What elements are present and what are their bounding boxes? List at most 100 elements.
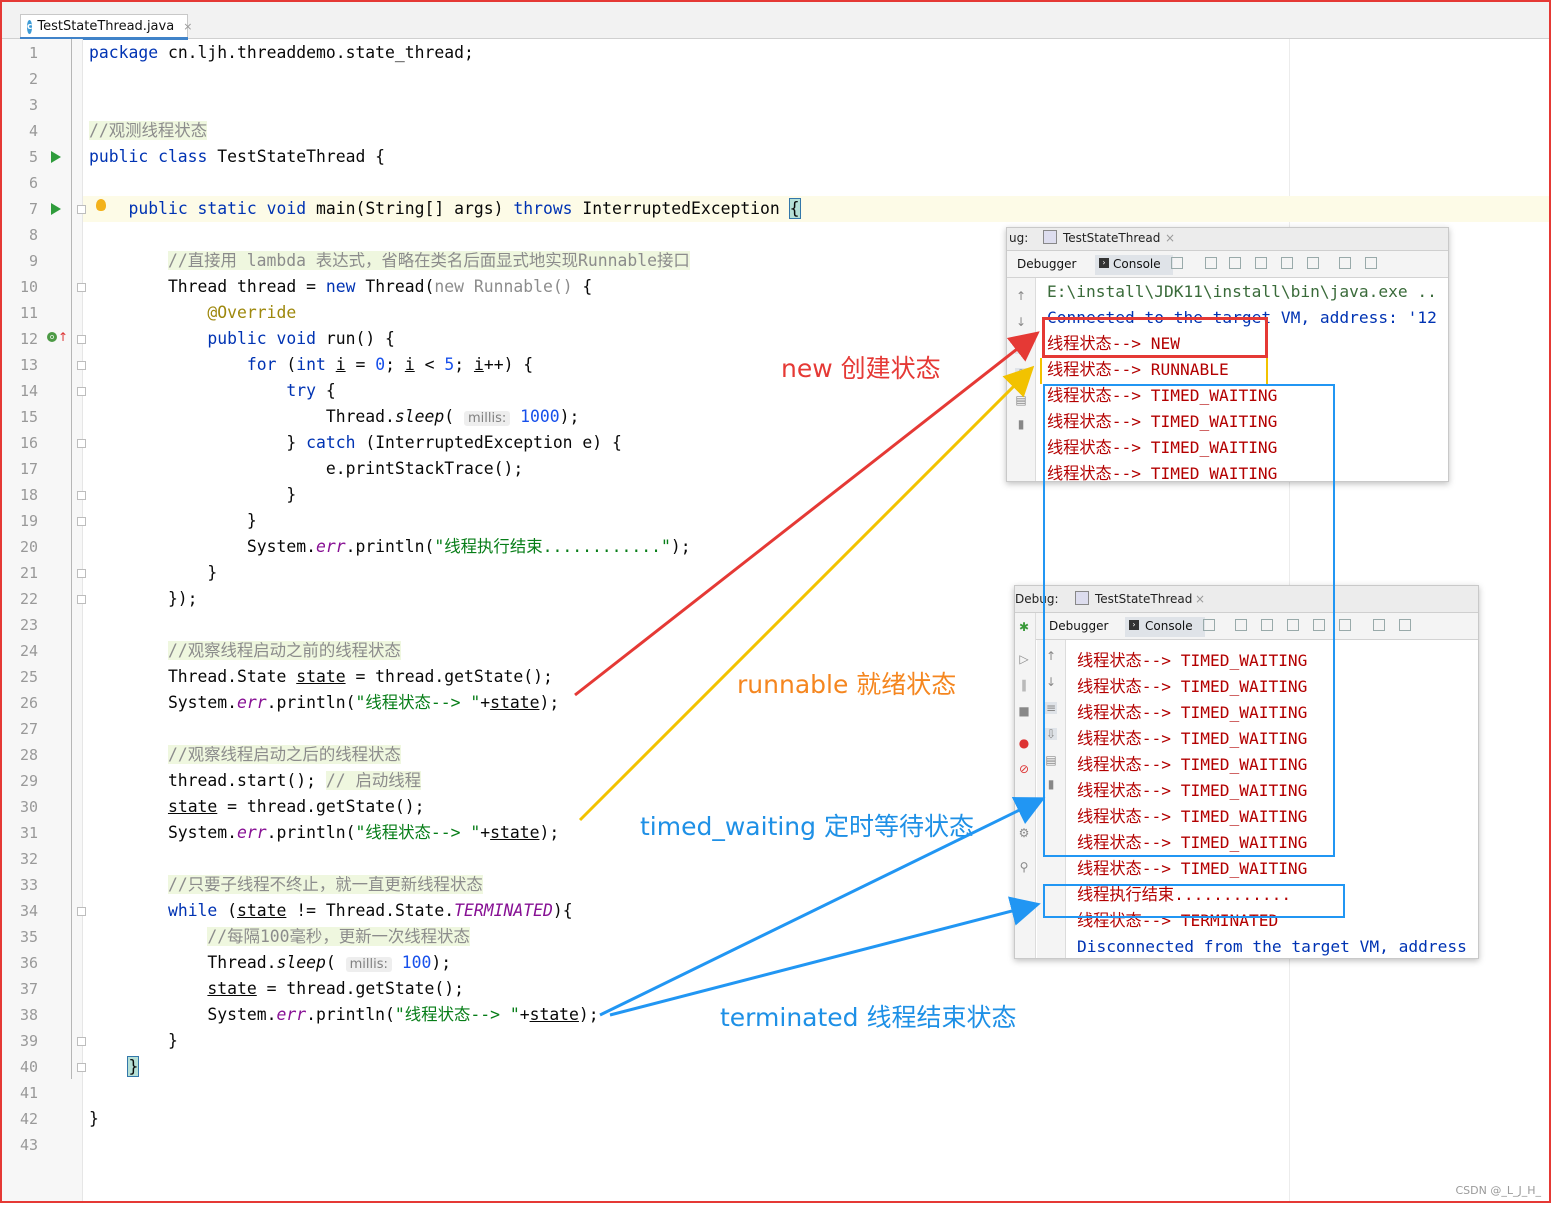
code-line[interactable]: 32 [0, 846, 1000, 872]
fold-marker-icon[interactable] [77, 1063, 86, 1072]
code-line[interactable]: 33 //只要子线程不终止，就一直更新线程状态 [0, 872, 1000, 898]
console-icon: › [1099, 258, 1109, 268]
fold-marker-icon[interactable] [77, 205, 86, 214]
code-line[interactable]: 23 [0, 612, 1000, 638]
down-arrow-icon[interactable]: ↓ [1015, 316, 1027, 328]
debugger-tab[interactable]: Debugger [1017, 257, 1076, 271]
fold-marker-icon[interactable] [77, 439, 86, 448]
code-line[interactable]: 5 public class TestStateThread { [0, 144, 1000, 170]
code-text: //观察线程启动之后的线程状态 [167, 745, 401, 764]
code-line[interactable]: 11 @Override [0, 300, 1000, 326]
code-line[interactable]: 28 //观察线程启动之后的线程状态 [0, 742, 1000, 768]
console-tab[interactable]: Console [1113, 257, 1161, 271]
fold-marker-icon[interactable] [77, 361, 86, 370]
intention-bulb-icon[interactable] [96, 199, 106, 211]
line-number: 6 [28, 174, 38, 192]
code-line[interactable]: 17 e.printStackTrace(); [0, 456, 1000, 482]
code-text: }); [89, 589, 198, 608]
bug-icon[interactable]: ✱ [1018, 621, 1030, 633]
settings-list-icon[interactable] [1399, 619, 1411, 631]
code-line[interactable]: 10 Thread thread = new Thread(new Runnab… [0, 274, 1000, 300]
debug-panel-header: ug: TestStateThread × [1007, 228, 1448, 251]
code-line[interactable]: 36 Thread.sleep( millis: 100); [0, 950, 1000, 976]
code-line[interactable]: 16 } catch (InterruptedException e) { [0, 430, 1000, 456]
line-number: 26 [19, 694, 38, 712]
debug-session-tab[interactable]: TestStateThread [1063, 231, 1160, 245]
fold-marker-icon[interactable] [77, 491, 86, 500]
code-line[interactable]: 35 //每隔100毫秒，更新一次线程状态 [0, 924, 1000, 950]
evaluate-icon[interactable] [1339, 257, 1351, 269]
fold-marker-icon[interactable] [77, 907, 86, 916]
menu-icon[interactable] [1171, 257, 1183, 269]
line-number: 13 [19, 356, 38, 374]
fold-marker-icon[interactable] [77, 595, 86, 604]
line-number: 23 [19, 616, 38, 634]
run-class-icon[interactable] [51, 151, 61, 163]
override-icon[interactable]: o [47, 332, 57, 342]
line-number: 14 [19, 382, 38, 400]
code-line[interactable]: 9 //直接用 lambda 表达式，省略在类名后面显式地实现Runnable接… [0, 248, 1000, 274]
code-text: for (int i = 0; i < 5; i++) { [246, 355, 534, 374]
close-session-icon[interactable]: × [1165, 231, 1175, 245]
code-line[interactable]: 29 thread.start(); // 启动线程 [0, 768, 1000, 794]
code-line[interactable]: 3 [0, 92, 1000, 118]
timed-waiting-annotation: timed_waiting 定时等待状态 [640, 812, 974, 841]
code-line[interactable]: 43 [0, 1132, 1000, 1158]
fold-marker-icon[interactable] [77, 335, 86, 344]
debugger-side-toolbar: ✱ ▷ ∥ ■ ● ⊘ ⚙ ⚲ [1015, 613, 1036, 958]
code-line[interactable]: 7 public static void main(String[] args)… [0, 196, 1000, 222]
code-line[interactable]: 27 [0, 716, 1000, 742]
code-line[interactable]: 40 } [0, 1054, 1000, 1080]
run-to-cursor-icon[interactable] [1307, 257, 1319, 269]
code-line[interactable]: 41 [0, 1080, 1000, 1106]
tab-teststatethread-java[interactable]: c TestStateThread.java × [20, 14, 192, 38]
fold-marker-icon[interactable] [77, 1037, 86, 1046]
code-line[interactable]: 6 [0, 170, 1000, 196]
code-line[interactable]: 15 Thread.sleep( millis: 1000); [0, 404, 1000, 430]
force-step-into-icon[interactable] [1255, 257, 1267, 269]
code-line[interactable]: 2 [0, 66, 1000, 92]
code-line[interactable]: 4 //观测线程状态 [0, 118, 1000, 144]
code-line[interactable]: 22 }); [0, 586, 1000, 612]
line-number: 2 [28, 70, 38, 88]
pin-icon[interactable]: ⚲ [1018, 861, 1030, 873]
soft-wrap-icon[interactable]: ≡ [1015, 342, 1027, 354]
up-arrow-icon[interactable]: ↑ [1015, 290, 1027, 302]
run-to-cursor-icon[interactable] [1339, 619, 1351, 631]
code-line[interactable]: 21 } [0, 560, 1000, 586]
pause-icon[interactable]: ∥ [1018, 679, 1030, 691]
code-line[interactable]: 18 } [0, 482, 1000, 508]
view-breakpoints-icon[interactable]: ● [1018, 737, 1030, 749]
stop-icon[interactable]: ■ [1018, 705, 1030, 717]
print-icon[interactable]: ▤ [1015, 394, 1027, 406]
line-number: 34 [19, 902, 38, 920]
line-number: 16 [19, 434, 38, 452]
fold-marker-icon[interactable] [77, 283, 86, 292]
evaluate-icon[interactable] [1373, 619, 1385, 631]
mute-breakpoints-icon[interactable]: ⊘ [1018, 763, 1030, 775]
code-line[interactable]: 34 while (state != Thread.State.TERMINAT… [0, 898, 1000, 924]
code-line[interactable]: 24 //观察线程启动之前的线程状态 [0, 638, 1000, 664]
code-line[interactable]: 20 System.err.println("线程执行结束...........… [0, 534, 1000, 560]
code-text: Thread.State state = thread.getState(); [89, 667, 553, 686]
step-out-icon[interactable] [1281, 257, 1293, 269]
gear-icon[interactable]: ⚙ [1018, 827, 1030, 839]
resume-icon[interactable]: ▷ [1018, 653, 1030, 665]
override-arrow-icon: ↑ [58, 330, 69, 344]
code-line[interactable]: 1 package cn.ljh.threaddemo.state_thread; [0, 40, 1000, 66]
code-line[interactable]: 42} [0, 1106, 1000, 1132]
step-over-icon[interactable] [1205, 257, 1217, 269]
line-number: 4 [28, 122, 38, 140]
fold-marker-icon[interactable] [77, 387, 86, 396]
code-line[interactable]: 19 } [0, 508, 1000, 534]
close-icon[interactable]: × [183, 20, 192, 33]
fold-marker-icon[interactable] [77, 517, 86, 526]
trash-icon[interactable]: ▮ [1015, 418, 1027, 430]
console-side-toolbar: ↑ ↓ ≡ ⇩ ▤ ▮ [1007, 278, 1036, 481]
run-main-icon[interactable] [51, 203, 61, 215]
step-into-icon[interactable] [1229, 257, 1241, 269]
settings-list-icon[interactable] [1365, 257, 1377, 269]
fold-marker-icon[interactable] [77, 569, 86, 578]
code-line[interactable]: 8 [0, 222, 1000, 248]
scroll-to-end-icon[interactable]: ⇩ [1015, 368, 1027, 380]
